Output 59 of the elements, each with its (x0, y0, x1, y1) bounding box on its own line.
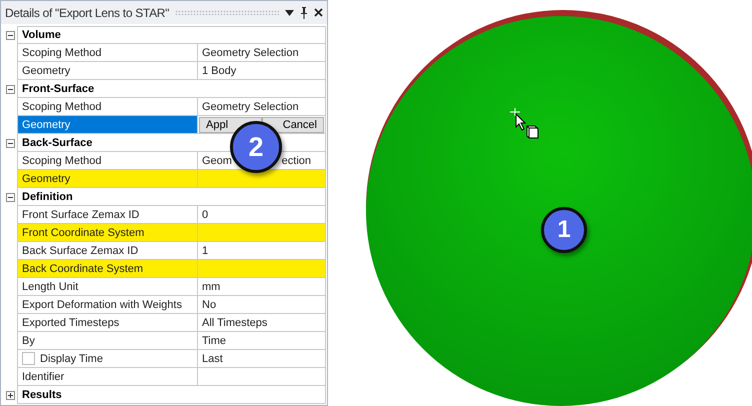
property-label: Scoping Method (22, 46, 102, 58)
property-label: Geometry (22, 64, 70, 76)
property-name[interactable]: Scoping Method (17, 98, 198, 116)
property-label: Export Deformation with Weights (22, 298, 182, 310)
property-name[interactable]: Identifier (17, 368, 198, 386)
property-name[interactable]: Geometry (17, 170, 198, 188)
checkbox[interactable] (22, 352, 35, 365)
property-label: Exported Timesteps (22, 316, 120, 328)
collapse-icon[interactable] (6, 84, 14, 94)
property-name[interactable]: By (17, 332, 198, 350)
property-label: Front Coordinate System (22, 226, 144, 238)
property-label: Length Unit (22, 280, 78, 292)
property-name[interactable]: Geometry (17, 62, 198, 80)
property-value[interactable] (198, 170, 326, 188)
section-header[interactable]: Volume (17, 26, 326, 44)
property-value[interactable]: 1 (198, 242, 326, 260)
property-name[interactable]: Back Coordinate System (17, 260, 198, 278)
property-name[interactable]: Back Surface Zemax ID (17, 242, 198, 260)
dropdown-icon[interactable] (285, 10, 294, 16)
close-icon[interactable] (314, 8, 323, 17)
cursor-icon (510, 108, 540, 140)
expand-icon[interactable] (6, 390, 14, 400)
property-label: Scoping Method (22, 100, 102, 112)
property-label: Identifier (22, 370, 64, 382)
section-header[interactable]: Results (17, 386, 326, 404)
pin-icon[interactable] (300, 6, 308, 18)
property-value[interactable]: 1 Body (198, 62, 326, 80)
property-name[interactable]: Export Deformation with Weights (17, 296, 198, 314)
cancel-button[interactable]: Cancel (262, 116, 324, 132)
property-label: By (22, 334, 35, 346)
property-value[interactable]: 0 (198, 206, 326, 224)
property-label: Geometry (22, 118, 70, 130)
property-value[interactable]: Time (198, 332, 326, 350)
property-name[interactable]: Length Unit (17, 278, 198, 296)
property-label: Geometry (22, 172, 70, 184)
property-name[interactable]: Front Coordinate System (17, 224, 198, 242)
property-name[interactable]: Display Time (17, 350, 198, 368)
property-name[interactable]: Scoping Method (17, 44, 198, 62)
property-name[interactable]: Exported Timesteps (17, 314, 198, 332)
property-label: Back Coordinate System (22, 262, 144, 274)
value-fragment: Geom (202, 154, 232, 166)
property-value[interactable]: Geometry Selection (198, 98, 326, 116)
property-name[interactable]: Front Surface Zemax ID (17, 206, 198, 224)
property-name[interactable]: Geometry (17, 116, 198, 134)
property-label: Front Surface Zemax ID (22, 208, 140, 220)
property-label: Back Surface Zemax ID (22, 244, 138, 256)
collapse-icon[interactable] (6, 192, 14, 202)
property-value[interactable]: Last (198, 350, 326, 368)
panel-title: Details of "Export Lens to STAR" (5, 6, 170, 20)
property-value[interactable]: All Timesteps (198, 314, 326, 332)
property-name[interactable]: Scoping Method (17, 152, 198, 170)
property-value[interactable]: Geometry Selection (198, 44, 326, 62)
collapse-icon[interactable] (6, 138, 14, 148)
property-label: Scoping Method (22, 154, 102, 166)
collapse-icon[interactable] (6, 30, 14, 40)
value-fragment: ection (282, 154, 311, 166)
property-label: Display Time (40, 352, 103, 364)
property-value[interactable]: mm (198, 278, 326, 296)
property-value[interactable]: No (198, 296, 326, 314)
